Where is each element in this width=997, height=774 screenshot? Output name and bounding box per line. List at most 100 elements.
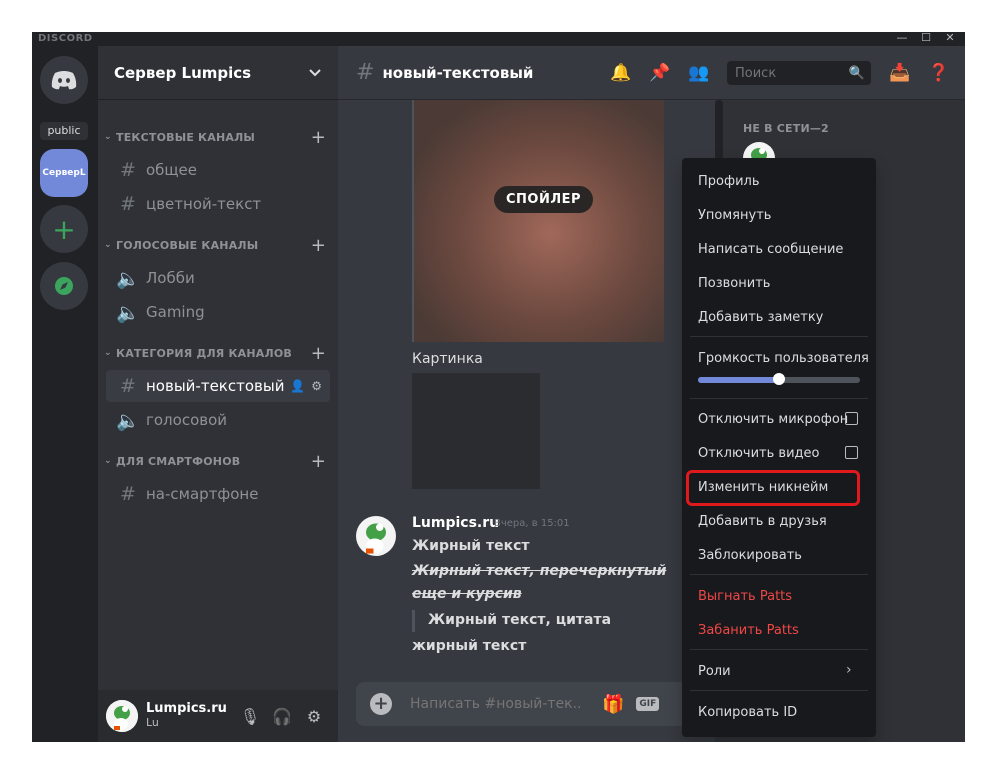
hash-icon: # [120,483,136,505]
inbox-icon[interactable]: 📥 [889,62,911,84]
user-context-menu: Профиль Упомянуть Написать сообщение Поз… [682,158,876,737]
search-box[interactable]: 🔍 [727,61,871,85]
image-attachment[interactable] [412,373,540,489]
gift-icon[interactable]: 🎁 [602,694,624,715]
voice-channel-gaming[interactable]: 🔈 Gaming [106,296,330,328]
server-list: public СерверL + [32,46,98,742]
spoiler-label[interactable]: СПОЙЛЕР [494,186,594,213]
username: Lumpics.ru [146,701,227,716]
microphone-icon[interactable]: 🎙 [234,707,266,726]
channel-sidebar: Сервер Lumpics ⌄ ТЕКСТОВЫЕ КАНАЛЫ + # об… [98,46,338,742]
compass-icon [55,277,73,295]
menu-item-mute-video[interactable]: Отключить видео [698,446,819,461]
minimize-button[interactable]: — [890,32,914,46]
search-icon: 🔍 [848,65,865,81]
speaker-icon: 🔈 [116,409,140,432]
members-icon[interactable]: 👥 [688,62,710,84]
user-panel: Lumpics.ru Lu 🎙 🎧 ⚙ [98,690,338,742]
message-input[interactable] [408,695,582,713]
discord-logo-icon [51,71,77,90]
pin-icon[interactable]: 📌 [649,62,671,84]
embed-border [412,100,414,342]
channel-label: на-смартфоне [146,485,259,503]
server-header[interactable]: Сервер Lumpics [98,46,338,100]
category-channels[interactable]: ⌄ КАТЕГОРИЯ ДЛЯ КАНАЛОВ + [104,343,332,364]
menu-item-add-friend[interactable]: Добавить в друзья [698,514,827,529]
menu-item-profile[interactable]: Профиль [698,174,760,189]
hash-icon: # [356,60,375,85]
close-button[interactable]: ✕ [938,32,962,46]
menu-item-message[interactable]: Написать сообщение [698,242,843,257]
search-input[interactable] [733,64,849,82]
app-brand: DISCORD [38,33,93,44]
add-server-button[interactable]: + [40,205,88,253]
bell-icon[interactable]: 🔔 [610,62,632,84]
channel-label: голосовой [146,411,228,429]
add-channel-icon[interactable]: + [311,451,326,472]
channel-label: цветной-текст [146,195,262,213]
mute-video-checkbox[interactable] [845,446,858,459]
message-quote: Жирный текст, цитата [428,612,612,628]
public-server-label[interactable]: public [40,122,88,140]
channel-on-smartphone[interactable]: # на-смартфоне [106,478,330,510]
avatar[interactable] [356,516,396,556]
channel-colored-text[interactable]: # цветной-текст [106,188,330,220]
channel-label: Лобби [146,269,195,287]
maximize-button[interactable]: ☐ [914,32,938,46]
invite-icon[interactable]: 👤 [290,379,305,393]
category-smartphones[interactable]: ⌄ ДЛЯ СМАРТФОНОВ + [104,451,332,472]
image-caption: Картинка [412,351,483,367]
volume-slider[interactable] [698,373,860,385]
mute-mic-checkbox[interactable] [845,412,858,425]
menu-item-ban[interactable]: Забанить Patts [698,623,799,638]
message-line: Жирный текст [412,538,530,554]
discord-window: DISCORD — ☐ ✕ public СерверL + Сервер Lu… [32,32,965,742]
user-tag: Lu [146,716,159,729]
message-line: Жирный текст, перечеркнутый [412,563,667,579]
menu-item-kick[interactable]: Выгнать Patts [698,589,792,604]
help-icon[interactable]: ❓ [928,62,950,84]
home-button[interactable] [40,56,88,104]
volume-slider-knob[interactable] [773,373,785,385]
avatar[interactable] [106,700,138,732]
category-text-channels[interactable]: ⌄ ТЕКСТОВЫЕ КАНАЛЫ + [104,127,332,148]
upload-button[interactable]: + [370,693,392,715]
category-label: ГОЛОСОВЫЕ КАНАЛЫ [116,238,259,252]
channel-new-text[interactable]: # новый-текстовый 👤 ⚙ [106,370,330,402]
server-name: Сервер Lumpics [114,63,252,82]
yoshi-avatar-icon [106,700,138,732]
title-bar: DISCORD — ☐ ✕ [32,32,965,46]
menu-item-roles[interactable]: Роли [698,664,731,679]
chevron-down-icon: ⌄ [104,240,112,250]
category-voice-channels[interactable]: ⌄ ГОЛОСОВЫЕ КАНАЛЫ + [104,235,332,256]
message-timestamp: Вчера, в 15:01 [494,518,570,529]
menu-item-mention[interactable]: Упомянуть [698,208,771,223]
chat-area: СПОЙЛЕР Картинка Lumpics.ru Вчера, в 15:… [338,46,715,742]
add-channel-icon[interactable]: + [311,343,326,364]
menu-item-call[interactable]: Позвонить [698,276,770,291]
message-author[interactable]: Lumpics.ru [412,515,499,531]
add-channel-icon[interactable]: + [311,127,326,148]
voice-channel-lobby[interactable]: 🔈 Лобби [106,262,330,294]
message-line: жирный текст [412,638,527,654]
gear-icon[interactable]: ⚙ [298,707,330,726]
add-channel-icon[interactable]: + [311,235,326,256]
menu-item-copy-id[interactable]: Копировать ID [698,705,797,720]
explore-servers-button[interactable] [40,262,88,310]
gif-button[interactable]: GIF [636,697,660,711]
spoiler-image[interactable] [412,100,664,342]
offline-header: НЕ В СЕТИ—2 [743,122,829,135]
menu-separator [690,398,868,399]
voice-channel-voice[interactable]: 🔈 голосовой [106,404,330,436]
channel-title: новый-текстовый [382,63,534,82]
server-lumpics-icon[interactable]: СерверL [40,149,88,197]
menu-item-add-note[interactable]: Добавить заметку [698,310,823,325]
channel-general[interactable]: # общее [106,154,330,186]
menu-item-mute-mic[interactable]: Отключить микрофон [698,412,848,427]
menu-item-block[interactable]: Заблокировать [698,548,802,563]
headphones-icon[interactable]: 🎧 [266,707,298,726]
gear-icon[interactable]: ⚙ [311,379,322,393]
hash-icon: # [120,193,136,215]
volume-fill [698,377,779,383]
menu-separator [690,574,868,575]
